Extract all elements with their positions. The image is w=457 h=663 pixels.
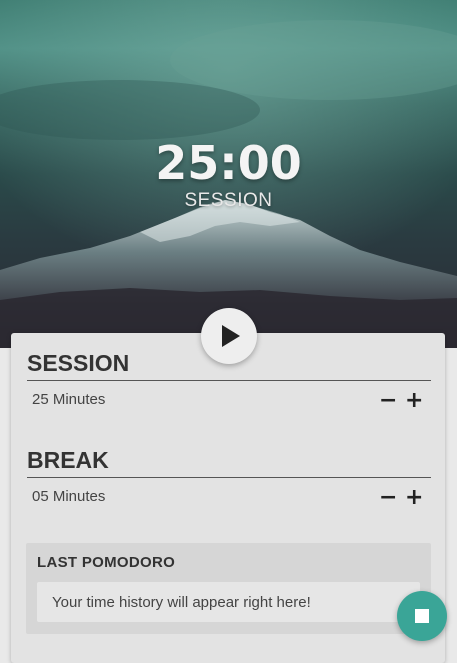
session-decrement-button[interactable]: − <box>379 390 397 412</box>
timer-display: 25:00 <box>155 136 302 190</box>
session-length-value: 25 Minutes <box>32 391 106 408</box>
break-length-value: 05 Minutes <box>32 488 106 505</box>
history-title: LAST POMODORO <box>37 554 176 571</box>
break-title: BREAK <box>27 447 431 478</box>
stop-button[interactable] <box>397 591 447 641</box>
break-decrement-button[interactable]: − <box>379 487 397 509</box>
timer-mode-label: SESSION <box>184 190 273 211</box>
play-button[interactable] <box>201 308 257 364</box>
play-icon <box>222 325 240 347</box>
stop-icon <box>415 609 429 623</box>
session-increment-button[interactable]: + <box>405 390 423 412</box>
hero-background: 25:00 SESSION <box>0 0 457 348</box>
break-increment-button[interactable]: + <box>405 487 423 509</box>
history-empty-message: Your time history will appear right here… <box>52 594 311 611</box>
